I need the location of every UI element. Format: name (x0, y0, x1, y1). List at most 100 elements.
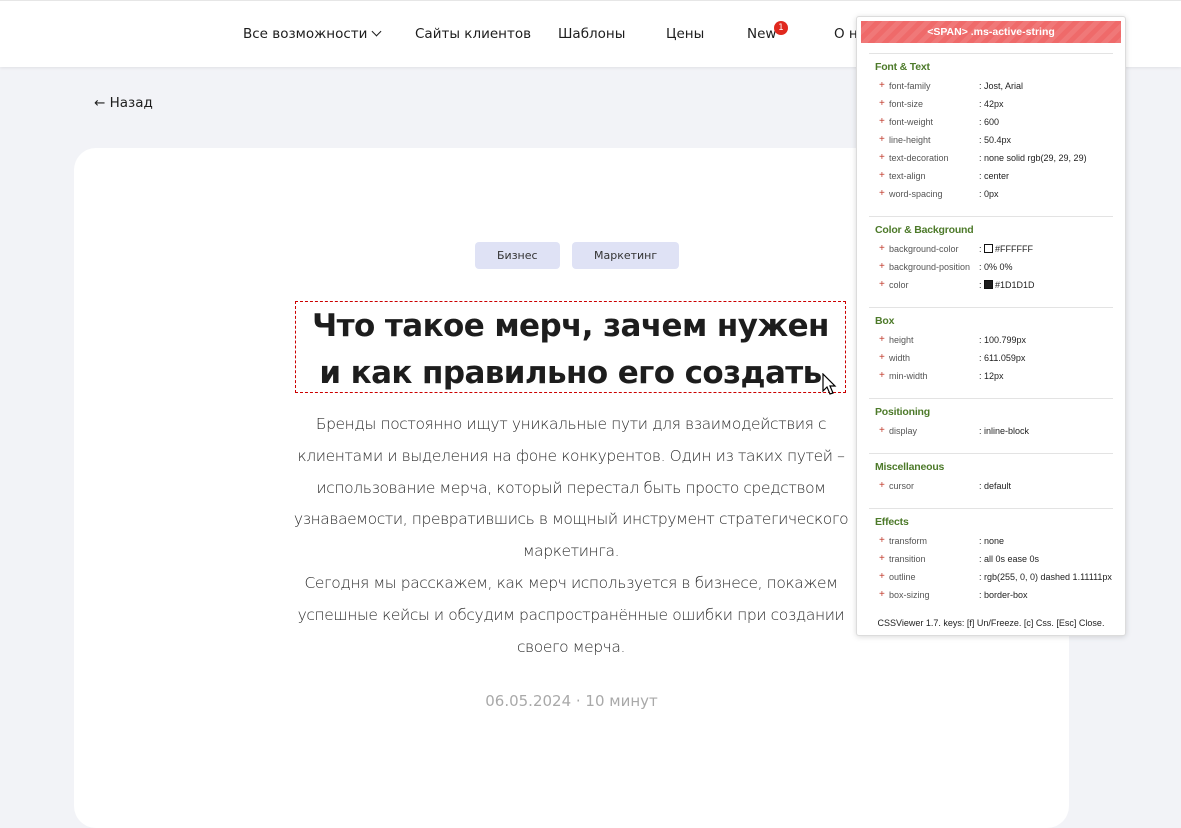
tag-business[interactable]: Бизнес (475, 242, 560, 269)
css-property-value: : none (979, 536, 1005, 546)
css-property-name: color (889, 280, 909, 290)
nav-templates[interactable]: Шаблоны (558, 26, 625, 42)
css-property-row: + outline: rgb(255, 0, 0) dashed 1.11111p… (869, 570, 1113, 588)
css-property-row: + text-align : center (869, 169, 1113, 187)
lead-paragraph-1: Бренды постоянно ищут уникальные пути дл… (293, 415, 849, 561)
css-property-name: line-height (889, 135, 931, 145)
css-property-name: box-sizing (889, 590, 930, 600)
back-link[interactable]: ← Назад (94, 95, 153, 111)
css-property-value: : 100.799px (979, 335, 1027, 345)
plus-icon[interactable]: + (879, 571, 885, 582)
css-property-value-text: #FFFFFF (995, 244, 1034, 254)
plus-icon[interactable]: + (879, 425, 885, 436)
nav-new[interactable]: New 1 (747, 21, 788, 42)
chevron-down-icon (371, 26, 382, 37)
plus-icon[interactable]: + (879, 243, 885, 254)
nav-features-label: Все возможности (243, 26, 368, 42)
css-property-row: + box-sizing : border-box (869, 588, 1113, 606)
plus-icon[interactable]: + (879, 535, 885, 546)
css-property-value: : center (979, 171, 1010, 181)
plus-icon[interactable]: + (879, 553, 885, 564)
css-property-value: : #FFFFFF (979, 244, 1034, 254)
nav-features[interactable]: Все возможности (243, 26, 382, 42)
plus-icon[interactable]: + (879, 480, 885, 491)
css-property-name: min-width (889, 371, 928, 381)
css-viewer-section-title: Color & Background (875, 224, 974, 236)
css-property-row: + cursor: default (869, 479, 1113, 497)
nav-prices[interactable]: Цены (666, 26, 704, 42)
css-property-value: : 0px (979, 189, 999, 199)
css-property-row: + color : #1D1D1D (869, 278, 1113, 296)
css-viewer-section-title: Positioning (875, 406, 930, 418)
css-property-row: + font-family: Jost, Arial (869, 79, 1113, 97)
color-swatch-icon (984, 280, 994, 289)
css-viewer-section: Positioning + display: inline-block (869, 398, 1113, 442)
plus-icon[interactable]: + (879, 334, 885, 345)
css-viewer-section: Font & Text + font-family: Jost, Arial + fon… (869, 53, 1113, 205)
plus-icon[interactable]: + (879, 352, 885, 363)
css-property-value: : border-box (979, 590, 1028, 600)
nav-about[interactable]: О н (834, 26, 858, 42)
plus-icon[interactable]: + (879, 170, 885, 181)
css-property-name: transform (889, 536, 928, 546)
plus-icon[interactable]: + (879, 188, 885, 199)
css-property-name: font-weight (889, 117, 934, 127)
plus-icon[interactable]: + (879, 279, 885, 290)
css-viewer-section: Box + height: 100.799px + width: 611.059px + m… (869, 307, 1113, 387)
css-viewer-panel: <SPAN> .ms-active-string Font & Text + fon… (856, 16, 1126, 636)
css-viewer-section-title: Font & Text (875, 61, 930, 73)
css-property-row: + display: inline-block (869, 424, 1113, 442)
plus-icon[interactable]: + (879, 116, 885, 127)
tag-marketing[interactable]: Маркетинг (572, 242, 680, 269)
css-property-row: + font-weight : 600 (869, 115, 1113, 133)
css-viewer-section: Effects + transform : none + transition : all … (869, 508, 1113, 606)
css-property-value: : all 0s ease 0s (979, 554, 1040, 564)
css-property-value: : 12px (979, 371, 1004, 381)
css-property-value: : 600 (979, 117, 1000, 127)
color-swatch-icon (984, 244, 994, 253)
plus-icon[interactable]: + (879, 80, 885, 91)
plus-icon[interactable]: + (879, 261, 885, 272)
plus-icon[interactable]: + (879, 98, 885, 109)
notification-badge: 1 (774, 21, 788, 35)
css-property-name: text-align (889, 171, 926, 181)
article-meta: 06.05.2024 · 10 минут (485, 692, 658, 710)
css-property-row: + height: 100.799px (869, 333, 1113, 351)
plus-icon[interactable]: + (879, 152, 885, 163)
css-viewer-section: Miscellaneous + cursor: default (869, 453, 1113, 497)
plus-icon[interactable]: + (879, 134, 885, 145)
nav-new-label: New (747, 26, 777, 42)
css-property-name: width (889, 353, 911, 363)
nav-clients[interactable]: Сайты клиентов (415, 26, 531, 42)
css-property-value: : rgb(255, 0, 0) dashed 1.11111px (979, 572, 1112, 582)
css-property-value: : none solid rgb(29, 29, 29) (979, 153, 1087, 163)
css-property-name: background-position (889, 262, 971, 272)
css-property-row: + line-height : 50.4px (869, 133, 1113, 151)
css-viewer-header[interactable]: <SPAN> .ms-active-string (861, 21, 1121, 43)
title-line-2: и как правильно его создать (319, 355, 822, 391)
plus-icon[interactable]: + (879, 589, 885, 600)
css-property-row: + word-spacing : 0px (869, 187, 1113, 205)
css-property-value: : 611.059px (979, 353, 1026, 363)
css-viewer-footer: CSSViewer 1.7. keys: [f] Un/Freeze. [c] … (877, 618, 1105, 628)
article-lead: Бренды постоянно ищут уникальные пути дл… (284, 409, 858, 663)
css-property-value: : 42px (979, 99, 1004, 109)
css-property-value: : #1D1D1D (979, 280, 1035, 290)
css-property-value: : 50.4px (979, 135, 1012, 145)
css-property-row: + font-size: 42px (869, 97, 1113, 115)
css-property-name: word-spacing (889, 189, 943, 199)
css-property-name: transition (889, 554, 926, 564)
css-property-name: background-color (889, 244, 959, 254)
css-property-row: + transform : none (869, 534, 1113, 552)
css-property-row: + background-color : #FFFFFF (869, 242, 1113, 260)
css-viewer-section-title: Effects (875, 516, 909, 528)
css-viewer-section: Color & Background + background-color : #FF… (869, 216, 1113, 296)
css-property-row: + transition : all 0s ease 0s (869, 552, 1113, 570)
css-property-row: + background-position : 0% 0% (869, 260, 1113, 278)
article-title: Что такое мерч, зачем нужен и как правил… (295, 301, 846, 393)
css-property-value: : 0% 0% (979, 262, 1013, 272)
title-line-1: Что такое мерч, зачем нужен (312, 308, 829, 344)
plus-icon[interactable]: + (879, 370, 885, 381)
css-property-value-text: #1D1D1D (995, 280, 1035, 290)
css-property-value: : Jost, Arial (979, 81, 1024, 91)
